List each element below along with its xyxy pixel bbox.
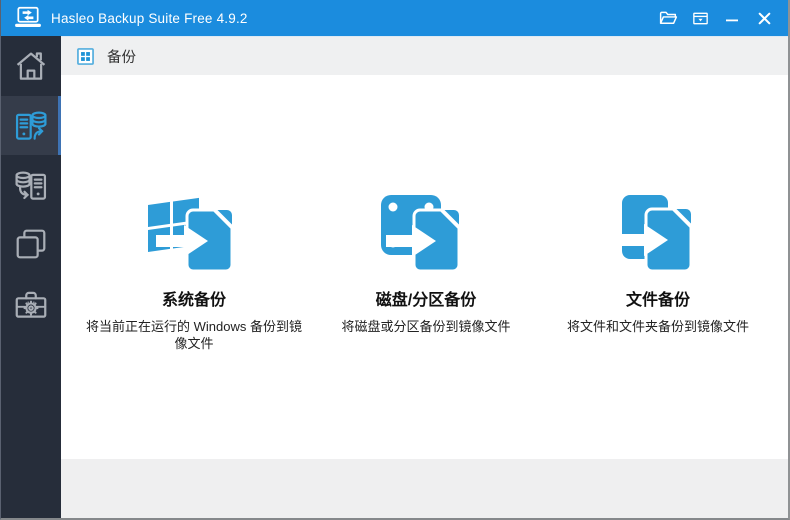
system-backup-option[interactable]: 系统备份 将当前正在运行的 Windows 备份到镜像文件 bbox=[74, 193, 314, 352]
minimize-icon bbox=[725, 11, 739, 25]
app-window: Hasleo Backup Suite Free 4.9.2 备份 系统备份 将… bbox=[0, 0, 790, 520]
sidebar: » bbox=[1, 36, 61, 518]
tab-bar: 备份 bbox=[61, 36, 788, 75]
sidebar-item-restore[interactable] bbox=[1, 155, 61, 215]
backup-icon bbox=[12, 106, 50, 144]
sidebar-item-tools[interactable] bbox=[1, 274, 61, 334]
tab-backup[interactable]: 备份 bbox=[77, 46, 136, 67]
file-backup-icon bbox=[538, 193, 778, 279]
file-backup-title: 文件备份 bbox=[625, 292, 690, 309]
disk-partition-backup-title: 磁盘/分区备份 bbox=[375, 292, 477, 309]
system-backup-description: 将当前正在运行的 Windows 备份到镜像文件 bbox=[86, 319, 302, 351]
check-updates-button[interactable] bbox=[684, 0, 716, 36]
title-bar: Hasleo Backup Suite Free 4.9.2 bbox=[1, 0, 788, 36]
file-backup-description: 将文件和文件夹备份到镜像文件 bbox=[566, 319, 749, 334]
app-logo-icon bbox=[14, 6, 42, 30]
close-button[interactable] bbox=[748, 0, 780, 36]
backup-tab-icon bbox=[77, 47, 94, 65]
restore-icon bbox=[12, 166, 50, 204]
home-icon bbox=[12, 47, 50, 85]
clone-icon bbox=[12, 225, 50, 263]
open-file-button[interactable] bbox=[652, 0, 684, 36]
tab-backup-label: 备份 bbox=[107, 49, 136, 66]
disk-partition-backup-option[interactable]: 磁盘/分区备份 将磁盘或分区备份到镜像文件 bbox=[306, 193, 546, 335]
window-title: Hasleo Backup Suite Free 4.9.2 bbox=[51, 10, 248, 26]
sidebar-item-backup[interactable] bbox=[1, 95, 61, 155]
toolbox-icon bbox=[12, 285, 50, 323]
main-content: 系统备份 将当前正在运行的 Windows 备份到镜像文件 磁盘/分区备份 将磁… bbox=[61, 75, 788, 459]
footer-bar bbox=[61, 459, 788, 518]
folder-open-icon bbox=[658, 8, 679, 29]
disk-partition-backup-icon bbox=[306, 193, 546, 279]
window-controls bbox=[652, 0, 788, 36]
sidebar-item-home[interactable] bbox=[1, 36, 61, 96]
system-backup-icon bbox=[74, 193, 314, 279]
sidebar-item-clone[interactable] bbox=[1, 215, 61, 275]
file-backup-option[interactable]: 文件备份 将文件和文件夹备份到镜像文件 bbox=[538, 193, 778, 335]
system-backup-title: 系统备份 bbox=[161, 292, 226, 309]
update-icon bbox=[691, 9, 710, 28]
disk-partition-backup-description: 将磁盘或分区备份到镜像文件 bbox=[341, 319, 511, 334]
minimize-button[interactable] bbox=[716, 0, 748, 36]
close-icon bbox=[757, 11, 772, 26]
